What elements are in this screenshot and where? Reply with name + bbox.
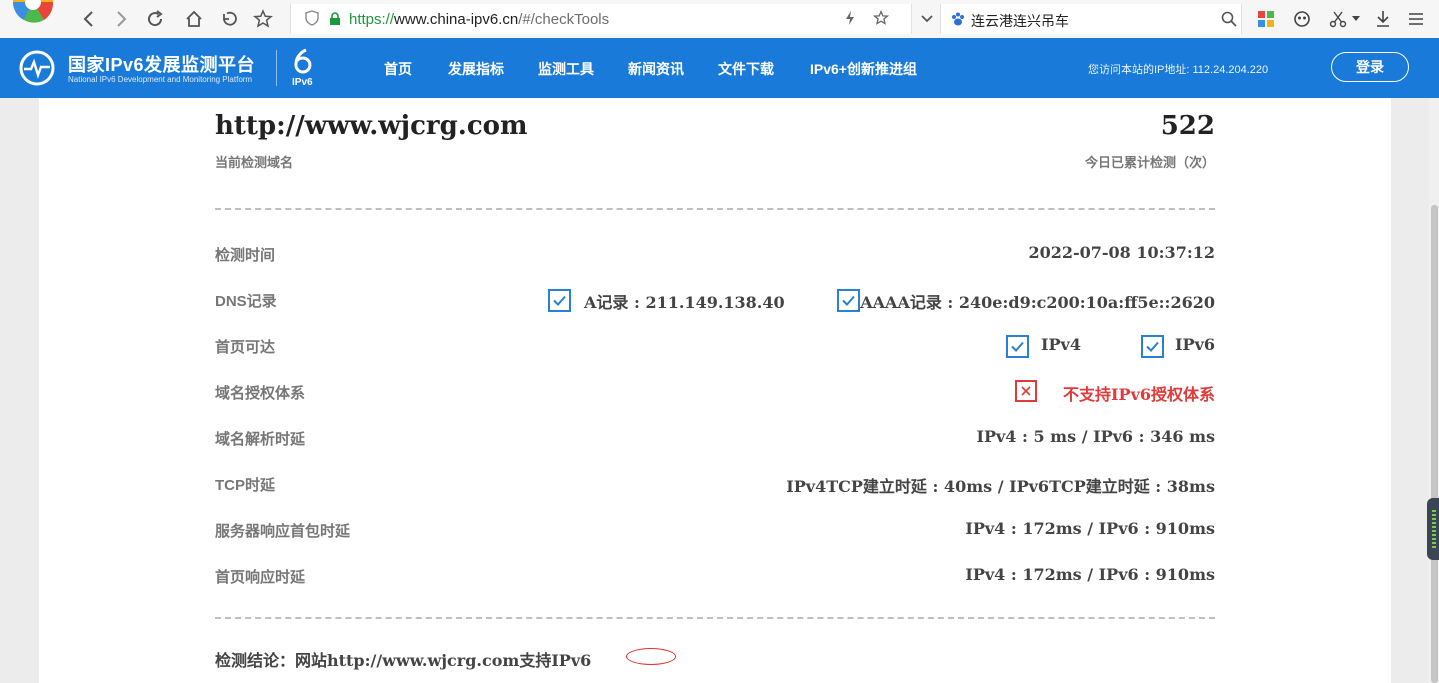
nav-tools[interactable]: 监测工具	[538, 59, 594, 79]
tcp-delay-value: IPv4TCP建立时延 : 40ms / IPv6TCP建立时延 : 38ms	[786, 477, 1215, 496]
back-button[interactable]	[76, 6, 102, 32]
check-time-value: 2022-07-08 10:37:12	[1028, 243, 1215, 262]
dns-delay-value: IPv4 : 5 ms / IPv6 : 346 ms	[976, 427, 1215, 446]
a-record-value: A记录 : 211.149.138.40	[584, 293, 785, 312]
red-ellipse-annotation	[626, 648, 676, 665]
first-packet-delay-label: 服务器响应首包时延	[215, 523, 351, 540]
home-response-delay-label: 首页响应时延	[215, 569, 306, 586]
auth-value: 不支持IPv6授权体系	[1063, 385, 1215, 404]
bookmark-star-icon[interactable]	[872, 9, 890, 31]
site-title: 国家IPv6发展监测平台	[68, 55, 256, 75]
header-divider	[276, 50, 277, 86]
ipv6-mark-icon: IPv6	[289, 48, 319, 90]
checked-domain-label: 当前检测域名	[215, 155, 294, 170]
chevron-down-icon[interactable]	[914, 6, 940, 32]
home-response-delay-value: IPv4 : 172ms / IPv6 : 910ms	[965, 565, 1215, 584]
url-text[interactable]: https://www.china-ipv6.cn/#/checkTools	[349, 11, 609, 28]
signal-bars-icon	[1432, 510, 1436, 548]
today-check-count-label: 今日已累计检测（次）	[1084, 155, 1215, 170]
apps-grid-icon[interactable]	[1253, 6, 1279, 32]
aaaa-record-value: AAAA记录 : 240e:d9:c200:10a:ff5e::2620	[860, 293, 1215, 312]
nav-home[interactable]: 首页	[384, 59, 412, 79]
visitor-ip-text: 您访问本站的IP地址: 112.24.204.220	[1088, 64, 1269, 76]
browser-toolbar: https://www.china-ipv6.cn/#/checkTools 连…	[0, 0, 1439, 39]
lightning-icon[interactable]	[844, 10, 856, 31]
reachable-label: 首页可达	[215, 339, 276, 356]
search-bar[interactable]: 连云港连兴吊车	[940, 4, 1242, 34]
home-button[interactable]	[181, 6, 207, 32]
tcp-delay-label: TCP时延	[215, 477, 276, 494]
paw-icon	[950, 11, 966, 32]
site-subtitle: National IPv6 Development and Monitoring…	[68, 75, 253, 84]
ipv6-reachable-check-icon	[1141, 335, 1164, 358]
address-bar[interactable]: https://www.china-ipv6.cn/#/checkTools	[290, 4, 912, 34]
favorite-star-button[interactable]	[250, 6, 276, 32]
search-input[interactable]: 连云港连兴吊车	[971, 11, 1069, 31]
ipv6-mark-text: IPv6	[292, 77, 313, 88]
undo-close-button[interactable]	[216, 6, 242, 32]
scissors-icon[interactable]	[1325, 6, 1351, 32]
a-record-check-icon	[548, 289, 571, 312]
divider-top	[215, 208, 1215, 210]
today-check-count: 522	[1160, 111, 1215, 141]
lock-icon	[329, 12, 341, 31]
site-header: 国家IPv6发展监测平台 National IPv6 Development a…	[0, 38, 1439, 98]
side-monitor-widget[interactable]	[1427, 498, 1439, 560]
ipv4-reachable-text: IPv4	[1041, 335, 1081, 354]
aaaa-record-check-icon	[837, 289, 860, 312]
search-icon[interactable]	[1221, 11, 1237, 32]
panda-icon[interactable]	[1289, 6, 1315, 32]
shield-icon	[305, 10, 319, 31]
auth-fail-cross-icon	[1015, 380, 1037, 402]
auth-label: 域名授权体系	[215, 385, 306, 402]
checked-domain: http://www.wjcrg.com	[215, 111, 528, 141]
ipv6-reachable-text: IPv6	[1175, 335, 1215, 354]
nav-ipv6-plus[interactable]: IPv6+创新推进组	[810, 59, 917, 79]
download-icon[interactable]	[1370, 6, 1396, 32]
menu-icon[interactable]	[1403, 6, 1429, 32]
reload-button[interactable]	[142, 6, 168, 32]
browser-logo-icon	[12, 0, 54, 26]
nav-news[interactable]: 新闻资讯	[628, 59, 684, 79]
check-time-label: 检测时间	[215, 247, 276, 264]
first-packet-delay-value: IPv4 : 172ms / IPv6 : 910ms	[965, 519, 1215, 538]
forward-button[interactable]	[108, 6, 134, 32]
nav-downloads[interactable]: 文件下载	[718, 59, 774, 79]
nav-indicators[interactable]: 发展指标	[448, 59, 504, 79]
dns-delay-label: 域名解析时延	[215, 431, 306, 448]
dns-label: DNS记录	[215, 293, 277, 310]
check-conclusion: 检测结论：网站http://www.wjcrg.com支持IPv6	[215, 651, 592, 670]
platform-logo-icon[interactable]	[18, 49, 56, 87]
scissors-dropdown-icon[interactable]	[1349, 6, 1363, 32]
page-scrollbar-thumb[interactable]	[1431, 205, 1438, 683]
ipv4-reachable-check-icon	[1006, 335, 1029, 358]
login-button[interactable]: 登录	[1331, 52, 1409, 82]
divider-bottom	[215, 617, 1215, 619]
